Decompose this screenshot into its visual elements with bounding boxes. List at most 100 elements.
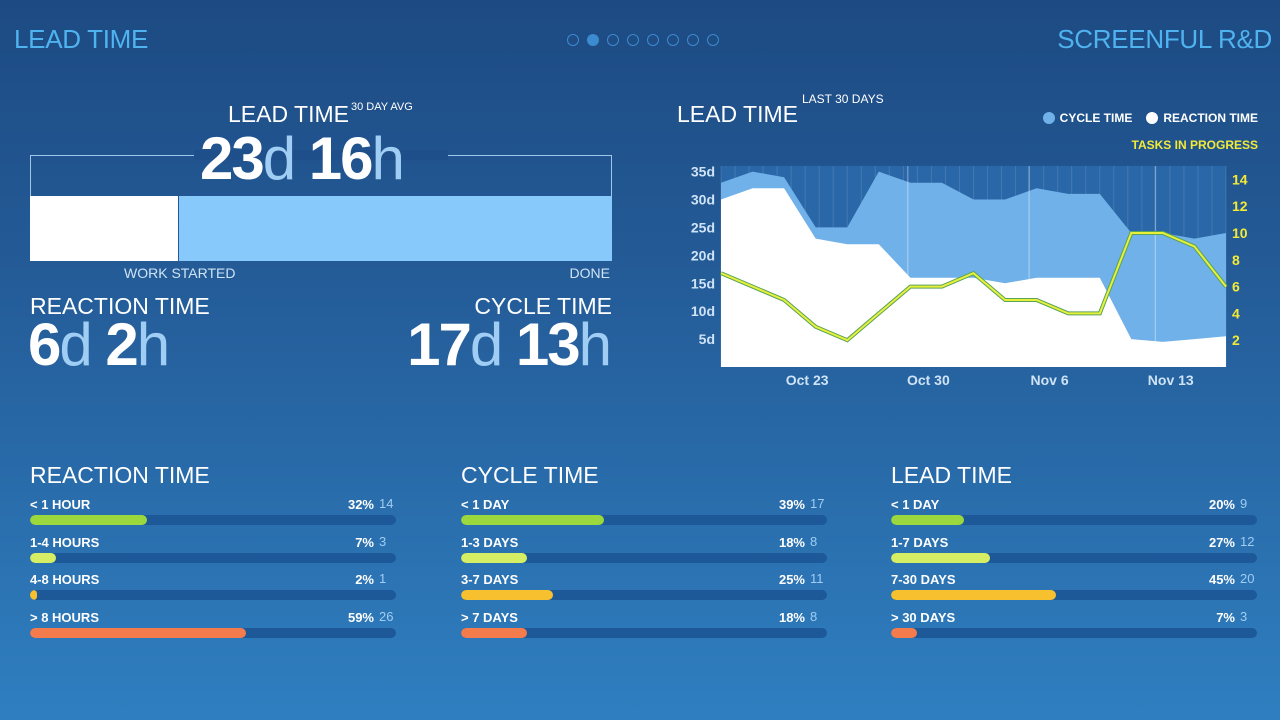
distribution-panel: REACTION TIME < 1 HOUR 32% 14 1-4 HOURS 7% 3 4-… bbox=[30, 462, 396, 647]
y2-tick-label: 10 bbox=[1232, 225, 1248, 241]
distribution-panel: CYCLE TIME < 1 DAY 39% 17 1-3 DAYS 18% 8 3-7 DA… bbox=[461, 462, 827, 647]
row-count: 3 bbox=[379, 533, 387, 549]
reaction-days: 6 bbox=[28, 311, 61, 378]
row-percent: 2% bbox=[355, 572, 374, 587]
work-started-label: WORK STARTED bbox=[124, 265, 236, 281]
progress-track bbox=[30, 590, 396, 600]
y-tick-label: 15d bbox=[691, 275, 715, 291]
progress-track bbox=[30, 552, 396, 563]
distribution-row[interactable]: < 1 DAY 20% 9 bbox=[891, 496, 1257, 535]
distribution-row[interactable]: 7-30 DAYS 45% 20 bbox=[891, 571, 1257, 610]
page-indicator[interactable] bbox=[567, 34, 719, 46]
cycle-time-value: 17d 13h bbox=[407, 310, 612, 379]
row-count: 8 bbox=[810, 608, 818, 624]
row-label: > 7 DAYS bbox=[461, 609, 518, 625]
legend-cycle-time[interactable]: CYCLE TIME bbox=[1042, 111, 1133, 125]
row-count: 1 bbox=[379, 571, 387, 586]
done-label: DONE bbox=[569, 265, 610, 281]
row-percent: 25% bbox=[778, 572, 805, 587]
y-tick-label: 10d bbox=[691, 303, 715, 319]
progress-fill bbox=[461, 515, 604, 525]
distribution-row[interactable]: 3-7 DAYS 25% 11 bbox=[461, 571, 827, 610]
panel-title: LEAD TIME bbox=[891, 462, 1012, 488]
distribution-row[interactable]: 1-3 DAYS 18% 8 bbox=[461, 533, 827, 573]
distribution-row[interactable]: < 1 HOUR 32% 14 bbox=[30, 496, 396, 535]
progress-track bbox=[461, 515, 827, 525]
distribution-row[interactable]: > 7 DAYS 18% 8 bbox=[461, 608, 827, 648]
brand-name: SCREENFUL R&D bbox=[1057, 24, 1272, 54]
lead-time-chart: 5d 10d 15d 20d 25d 30d 35d 2 4 6 8 10 12 14 Oct 23 Oct … bbox=[691, 164, 1248, 388]
cycle-hours: 13 bbox=[515, 311, 581, 378]
legend-dot-icon bbox=[1042, 112, 1055, 124]
page-dot[interactable] bbox=[667, 34, 679, 46]
x-tick-label: Oct 30 bbox=[907, 372, 950, 388]
row-label: 7-30 DAYS bbox=[891, 572, 956, 587]
unit-h: h bbox=[578, 311, 612, 378]
row-percent: 20% bbox=[1208, 497, 1235, 512]
lead-time-days: 23 bbox=[200, 125, 265, 192]
panel-title: REACTION TIME bbox=[30, 462, 210, 488]
row-label: < 1 HOUR bbox=[30, 497, 91, 512]
distribution-row[interactable]: > 30 DAYS 7% 3 bbox=[891, 609, 1257, 648]
row-percent: 32% bbox=[347, 497, 374, 512]
distribution-row[interactable]: 4-8 HOURS 2% 1 bbox=[30, 571, 396, 610]
page-dot[interactable] bbox=[687, 34, 699, 46]
unit-h: h bbox=[371, 125, 405, 192]
legend-tasks-in-progress[interactable]: TASKS IN PROGRESS bbox=[1132, 138, 1258, 152]
row-label: > 30 DAYS bbox=[891, 609, 956, 625]
row-label: 1-3 DAYS bbox=[461, 534, 519, 550]
row-label: 1-4 HOURS bbox=[30, 534, 100, 550]
panel-title: CYCLE TIME bbox=[461, 462, 599, 488]
row-count: 8 bbox=[810, 533, 818, 549]
row-percent: 39% bbox=[778, 497, 805, 512]
page-dot[interactable] bbox=[647, 34, 659, 46]
y2-tick-label: 12 bbox=[1232, 198, 1248, 214]
page-dot[interactable] bbox=[627, 34, 639, 46]
row-label: < 1 DAY bbox=[461, 497, 510, 512]
x-tick-label: Nov 6 bbox=[1030, 372, 1068, 388]
distribution-row[interactable]: 1-4 HOURS 7% 3 bbox=[30, 533, 396, 573]
y2-tick-label: 8 bbox=[1232, 252, 1240, 268]
progress-fill bbox=[461, 590, 553, 600]
y-tick-label: 35d bbox=[691, 164, 715, 180]
row-count: 11 bbox=[810, 571, 824, 586]
unit-d: d bbox=[469, 311, 503, 378]
y2-tick-label: 6 bbox=[1232, 279, 1240, 295]
progress-fill bbox=[30, 552, 56, 563]
row-percent: 27% bbox=[1208, 534, 1235, 550]
y-tick-label: 5d bbox=[699, 331, 715, 347]
row-count: 26 bbox=[379, 608, 394, 624]
page-title: LEAD TIME bbox=[14, 24, 149, 54]
legend-reaction-time[interactable]: REACTION TIME bbox=[1146, 111, 1258, 125]
page-dot[interactable] bbox=[707, 34, 719, 46]
reaction-segment-bar bbox=[30, 196, 178, 261]
progress-fill bbox=[461, 627, 527, 638]
progress-fill bbox=[891, 627, 917, 638]
distribution-row[interactable]: < 1 DAY 39% 17 bbox=[461, 496, 827, 535]
lead-time-hours: 16 bbox=[308, 125, 374, 192]
page-dot[interactable] bbox=[607, 34, 619, 46]
unit-d: d bbox=[59, 311, 92, 378]
row-percent: 7% bbox=[1216, 609, 1235, 625]
distribution-panel: LEAD TIME < 1 DAY 20% 9 1-7 DAYS 27% 12 7-30 DA… bbox=[891, 462, 1257, 647]
page-dot[interactable] bbox=[567, 34, 579, 46]
distribution-row[interactable]: > 8 HOURS 59% 26 bbox=[30, 608, 396, 648]
chart-heading: LEAD TIME LAST 30 DAYS bbox=[677, 92, 884, 128]
cycle-segment-bar bbox=[179, 196, 612, 261]
cycle-days: 17 bbox=[407, 311, 472, 378]
progress-track bbox=[30, 627, 396, 638]
legend-label: CYCLE TIME bbox=[1059, 111, 1133, 125]
unit-h: h bbox=[136, 311, 170, 378]
progress-track bbox=[891, 627, 1257, 638]
page-dot[interactable] bbox=[587, 34, 599, 46]
progress-fill bbox=[30, 627, 246, 638]
distribution-row[interactable]: 1-7 DAYS 27% 12 bbox=[891, 534, 1257, 573]
progress-track bbox=[461, 627, 827, 638]
row-percent: 7% bbox=[355, 534, 374, 550]
row-percent: 59% bbox=[347, 609, 374, 625]
row-label: < 1 DAY bbox=[891, 497, 940, 512]
row-percent: 18% bbox=[778, 609, 805, 625]
row-count: 9 bbox=[1240, 496, 1248, 511]
y-tick-label: 20d bbox=[691, 247, 715, 263]
progress-fill bbox=[891, 590, 1056, 600]
